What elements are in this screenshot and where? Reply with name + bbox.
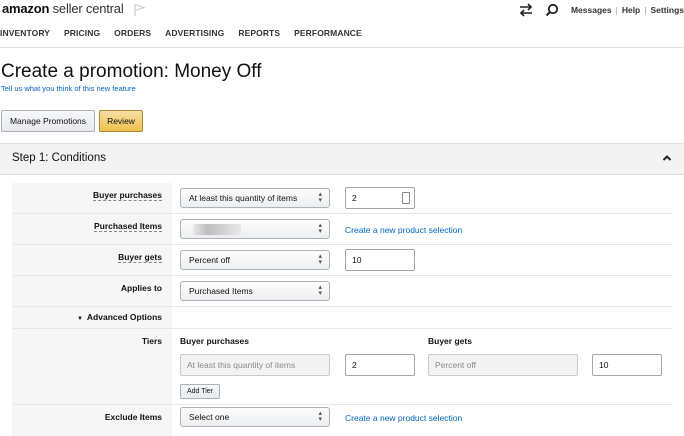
- logo-brand: amazon: [2, 1, 50, 16]
- buyer-purchases-quantity-input[interactable]: 2: [345, 187, 415, 209]
- select-arrows-icon: ▴ ▾: [318, 284, 322, 297]
- select-arrows-icon: ▴ ▾: [318, 253, 322, 266]
- feedback-link[interactable]: Tell us what you think of this new featu…: [1, 84, 136, 93]
- purchased-items-select[interactable]: ▴ ▾: [180, 219, 330, 239]
- buyer-purchases-select[interactable]: At least this quantity of items ▴ ▾: [180, 188, 330, 208]
- purchased-items-label: Purchased Items: [93, 221, 162, 232]
- create-product-selection-link[interactable]: Create a new product selection: [345, 225, 462, 235]
- tier-purchases-select-disabled: At least this quantity of items: [180, 354, 330, 376]
- select-arrows-icon: ▴ ▾: [318, 191, 322, 204]
- review-button[interactable]: Review: [99, 110, 143, 132]
- applies-to-select[interactable]: Purchased Items ▴ ▾: [180, 281, 330, 301]
- buyer-gets-label: Buyer gets: [118, 252, 162, 263]
- settings-link[interactable]: Settings: [650, 5, 684, 15]
- swap-arrows-icon[interactable]: [519, 3, 533, 17]
- tier-gets-value-input[interactable]: 10: [592, 354, 662, 376]
- separator: |: [644, 5, 647, 15]
- step-title: Step 1: Conditions: [12, 152, 106, 164]
- help-link[interactable]: Help: [622, 5, 640, 15]
- exclude-items-select[interactable]: Select one ▴ ▾: [180, 407, 330, 427]
- applies-to-label: Applies to: [120, 283, 162, 293]
- chevron-up-icon[interactable]: [662, 153, 672, 163]
- triangle-down-icon: ▼: [76, 316, 83, 322]
- row-applies-to: Applies to Purchased Items ▴ ▾: [12, 276, 672, 307]
- nav-performance[interactable]: PERFORMANCE: [294, 28, 362, 42]
- nav-pricing[interactable]: PRICING: [64, 28, 100, 42]
- tiers-label: Tiers: [141, 336, 162, 346]
- create-product-selection-link[interactable]: Create a new product selection: [345, 413, 462, 423]
- row-tiers: Tiers Buyer purchases Buyer gets At leas…: [12, 329, 672, 405]
- manage-promotions-button[interactable]: Manage Promotions: [1, 110, 95, 132]
- nav-advertising[interactable]: ADVERTISING: [165, 28, 224, 42]
- row-buyer-purchases: Buyer purchases At least this quantity o…: [12, 183, 672, 214]
- separator: |: [615, 5, 618, 15]
- add-tier-button[interactable]: Add Tier: [180, 384, 220, 399]
- buyer-gets-select[interactable]: Percent off ▴ ▾: [180, 250, 330, 270]
- advanced-options-toggle[interactable]: ▼ Advanced Options: [77, 312, 162, 322]
- row-buyer-gets: Buyer gets Percent off ▴ ▾ 10: [12, 245, 672, 276]
- flag-icon[interactable]: [134, 3, 146, 16]
- row-purchased-items: Purchased Items ▴ ▾ Create a new product …: [12, 214, 672, 245]
- main-nav: INVENTORY PRICING ORDERS ADVERTISING REP…: [0, 28, 376, 42]
- messages-link[interactable]: Messages: [571, 5, 612, 15]
- select-arrows-icon: ▴ ▾: [318, 410, 322, 423]
- stepper-icon[interactable]: [402, 192, 410, 204]
- redacted-selection: [193, 224, 241, 235]
- page-title: Create a promotion: Money Off: [1, 61, 262, 82]
- tiers-col-buyer-purchases: Buyer purchases: [180, 336, 249, 346]
- nav-divider: [0, 47, 684, 48]
- row-exclude-items: Exclude Items Select one ▴ ▾ Create a new…: [12, 405, 672, 436]
- tiers-col-buyer-gets: Buyer gets: [428, 336, 472, 346]
- tier-gets-select-disabled: Percent off: [428, 354, 578, 376]
- step-1-header[interactable]: Step 1: Conditions: [0, 143, 684, 175]
- nav-inventory[interactable]: INVENTORY: [0, 28, 50, 42]
- buyer-gets-value-input[interactable]: 10: [345, 249, 415, 271]
- top-bar: amazon seller central Messages | Help | …: [0, 0, 684, 20]
- nav-orders[interactable]: ORDERS: [114, 28, 151, 42]
- tier-purchases-quantity-input[interactable]: 2: [345, 354, 415, 376]
- logo-product: seller central: [52, 1, 124, 16]
- select-arrows-icon: ▴ ▾: [318, 222, 322, 235]
- logo[interactable]: amazon seller central: [2, 1, 124, 16]
- buyer-purchases-label: Buyer purchases: [93, 190, 162, 201]
- row-advanced-options: ▼ Advanced Options: [12, 307, 672, 329]
- search-icon[interactable]: [545, 3, 559, 17]
- exclude-items-label: Exclude Items: [104, 412, 162, 422]
- nav-reports[interactable]: REPORTS: [238, 28, 280, 42]
- top-right-links: Messages | Help | Settings: [519, 2, 684, 18]
